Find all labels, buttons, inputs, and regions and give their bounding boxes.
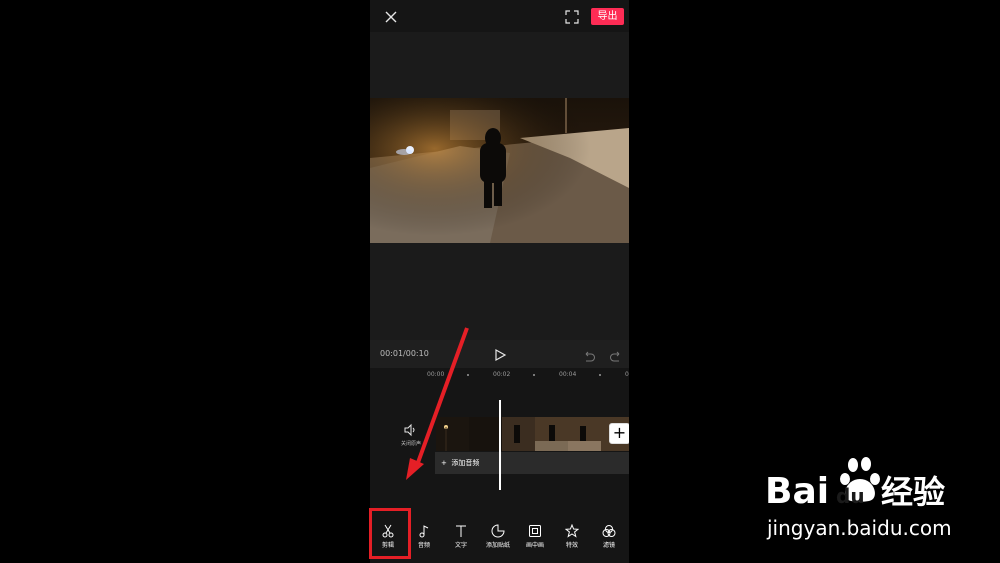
tool-effects[interactable]: 特效 [554,510,590,563]
highlight-box [369,508,411,559]
undo-icon[interactable] [583,348,595,362]
clip-frame [535,417,568,451]
svg-text:Bai: Bai [765,471,829,512]
tool-picture-in-picture[interactable]: 画中画 [517,510,553,563]
filter-icon [602,525,616,537]
tool-filter[interactable]: 滤镜 [591,510,627,563]
tool-label: 添加贴纸 [485,542,510,549]
ruler-tick: 00:02 [493,371,511,378]
tool-label: 特效 [565,542,578,549]
music-note-icon [419,525,429,538]
ruler-dot [533,374,535,376]
tool-label: 滤镜 [602,542,615,549]
tool-label: 文字 [454,542,467,549]
text-icon [456,525,466,537]
close-icon[interactable] [382,8,400,26]
baidu-jingyan-watermark: Bai du 经验 jingyan.baidu.com [765,457,952,540]
clip-frame [502,417,535,451]
play-icon[interactable] [493,347,507,362]
tool-label: 画中画 [525,542,544,549]
fullscreen-icon[interactable] [564,9,580,25]
ruler-tick: 0 [625,371,629,378]
svg-text:du: du [836,484,865,508]
svg-text:jingyan.baidu.com: jingyan.baidu.com [766,516,952,540]
export-button[interactable]: 导出 [591,8,624,25]
add-clip-button[interactable]: + [610,424,629,443]
annotation-arrow [406,327,469,480]
redo-icon[interactable] [610,348,622,362]
playhead[interactable] [499,400,501,490]
tool-audio[interactable]: 音频 [406,510,442,563]
tool-label: 音频 [417,542,430,549]
tool-text[interactable]: 文字 [443,510,479,563]
picture-in-picture-icon [529,525,541,537]
tool-sticker[interactable]: 添加贴纸 [480,510,516,563]
ruler-dot [599,374,601,376]
svg-text:经验: 经验 [881,473,945,511]
clip-frame [568,417,601,451]
sticker-icon [491,524,505,538]
ruler-tick: 00:04 [559,371,577,378]
effects-star-icon [565,524,579,538]
video-preview[interactable] [370,98,629,243]
